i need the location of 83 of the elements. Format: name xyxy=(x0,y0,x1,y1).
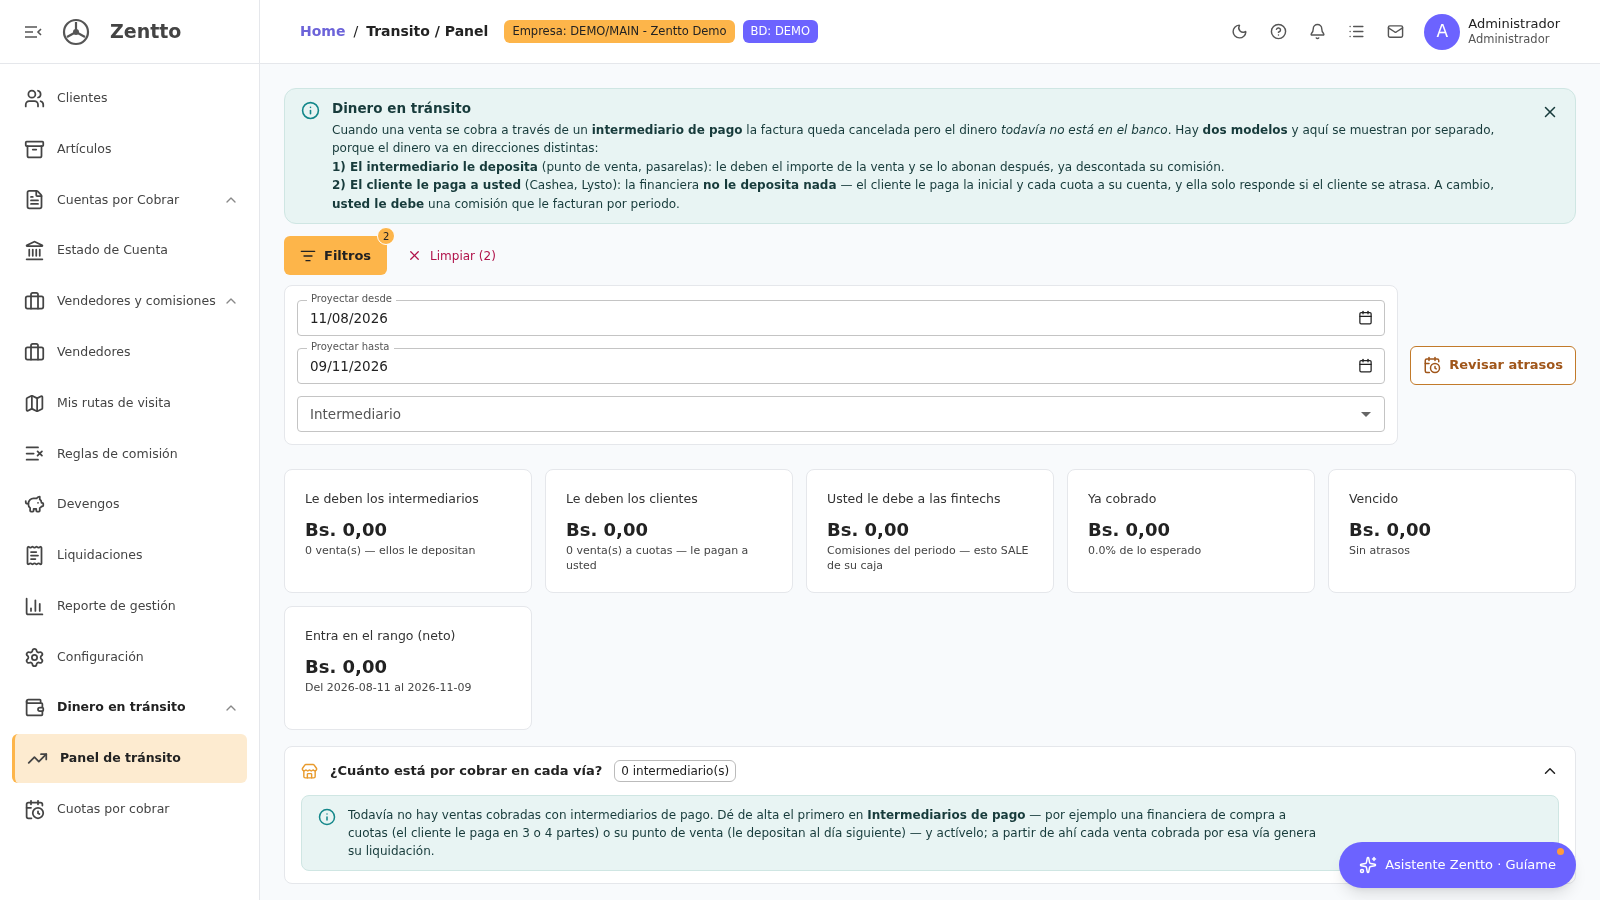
breadcrumb-current: Transito / Panel xyxy=(366,22,489,41)
notice-paragraph: 2) El cliente le paga a usted (Cashea, Lysto): la financiera no le deposita nada — el cliente le paga la inicial y cada cuota a su cuenta, y ella solo responde si el cliente se atrasa. A cambio, usted le debe una comisión que le facturan por periodo. xyxy=(332,177,1495,213)
card-note: 0 venta(s) a cuotas — le pagan a usted xyxy=(566,542,750,573)
people-icon xyxy=(24,87,45,109)
breadcrumb-separator: / xyxy=(353,22,359,41)
count-badge: 0 intermediario(s) xyxy=(614,760,737,782)
sidebar-item[interactable]: Liquidaciones xyxy=(12,530,247,580)
sidebar-item[interactable]: Vendedores xyxy=(12,327,247,377)
bell-icon[interactable] xyxy=(1309,23,1327,40)
sidebar-item[interactable]: Devengos xyxy=(12,480,247,530)
sidebar-item[interactable]: Configuración xyxy=(12,632,247,682)
notice-paragraph: 1) El intermediario le deposita (punto de venta, pasarelas): le deben el importe de la venta y se lo abonan después, ya descontada su comisión. xyxy=(332,158,1226,176)
field-label: Proyectar hasta xyxy=(307,340,394,354)
sidebar-item[interactable]: Panel de tránsito xyxy=(12,734,247,784)
select-field[interactable]: Intermediario xyxy=(297,396,1386,432)
sidebar-item[interactable]: Cuentas por Cobrar xyxy=(12,175,247,225)
clear-button[interactable]: Limpiar (2) xyxy=(399,246,504,265)
bank-icon xyxy=(24,240,45,262)
card-note: 0 venta(s) — ellos le depositan xyxy=(305,542,477,558)
archive-box-icon xyxy=(24,138,45,160)
sparkles-icon xyxy=(1359,856,1378,874)
notice-title: Dinero en tránsito xyxy=(332,99,472,118)
card-label: Le deben los clientes xyxy=(566,490,699,508)
help-icon[interactable] xyxy=(1270,23,1288,40)
map-icon xyxy=(24,392,45,414)
sidebar-item[interactable]: Estado de Cuenta xyxy=(12,226,247,276)
card-label: Ya cobrado xyxy=(1088,490,1158,508)
card-note: 0.0% de lo esperado xyxy=(1088,542,1203,558)
card-label: Entra en el rango (neto) xyxy=(305,627,457,645)
assistant-button[interactable]: Asistente Zentto · Guíame xyxy=(1339,842,1576,888)
info-icon xyxy=(301,101,320,120)
sidebar-item[interactable]: Cuotas por cobrar xyxy=(12,784,247,834)
store-icon xyxy=(301,762,318,780)
wallet-icon xyxy=(24,697,45,719)
card-note: Comisiones del periodo — esto SALE de su caja xyxy=(827,542,1030,573)
card-amount: Bs. 0,00 xyxy=(566,517,649,542)
sidebar-item[interactable]: Artículos xyxy=(12,124,247,174)
calendar-icon xyxy=(1358,310,1374,325)
caret-icon xyxy=(1361,412,1372,417)
message-text: Todavía no hay ventas cobradas con intermediarios de pago. Dé de alta el primero en Intermediarios de pago — por ejemplo una financiera de compra a cuotas (el cliente le paga en 3 o 4 partes) o su punto de venta (le depositan al día siguiente) — y actívelo; a partir de ahí cada venta cobrada por esa vía genera su liquidación. xyxy=(348,807,1318,860)
moon-icon[interactable] xyxy=(1231,23,1249,40)
card-label: Vencido xyxy=(1349,490,1400,508)
logo-icon xyxy=(62,17,90,46)
card-amount: Bs. 0,00 xyxy=(305,517,388,542)
card-note: Del 2026-08-11 al 2026-11-09 xyxy=(305,679,473,695)
user-avatar[interactable]: A xyxy=(1424,13,1461,50)
calendar-icon xyxy=(24,798,45,820)
calendar-icon xyxy=(1358,358,1374,373)
user-name: Administrador xyxy=(1468,16,1560,33)
review-button[interactable]: Revisar atrasos xyxy=(1410,345,1576,385)
breadcrumb-link[interactable]: Home xyxy=(300,21,346,42)
sidebar-item[interactable]: Vendedores y comisiones xyxy=(12,277,247,326)
card-amount: Bs. 0,00 xyxy=(1088,517,1171,542)
briefcase-icon xyxy=(24,291,45,312)
sidebar-item[interactable]: Reporte de gestión xyxy=(12,581,247,631)
card-amount: Bs. 0,00 xyxy=(1349,517,1432,542)
card-amount: Bs. 0,00 xyxy=(305,654,388,679)
bar-chart-icon xyxy=(24,595,45,617)
sidebar-item[interactable]: Reglas de comisión xyxy=(12,429,247,479)
calendar-clock-icon xyxy=(1423,356,1442,374)
card-amount: Bs. 0,00 xyxy=(827,517,910,542)
field-label: Proyectar desde xyxy=(307,292,396,306)
sidebar-item[interactable]: Mis rutas de visita xyxy=(12,378,247,428)
sidebar-item[interactable]: Clientes xyxy=(12,73,247,123)
list-icon[interactable] xyxy=(1348,23,1366,40)
app-name: Zentto xyxy=(110,19,182,45)
card-label: Usted le debe a las fintechs xyxy=(827,490,1002,508)
card-label: Le deben los intermediarios xyxy=(305,490,480,508)
section-title: ¿Cuánto está por cobrar en cada vía? xyxy=(330,762,603,781)
mail-icon[interactable] xyxy=(1387,23,1405,40)
context-badge: BD: DEMO xyxy=(742,19,818,44)
context-badge: Empresa: DEMO/MAIN - Zentto Demo xyxy=(504,19,735,44)
card-note: Sin atrasos xyxy=(1349,542,1411,558)
info-icon xyxy=(318,808,336,826)
document-icon xyxy=(24,189,45,211)
menu-collapse-icon[interactable] xyxy=(24,24,42,39)
settings-icon xyxy=(24,646,45,668)
notice-paragraph: Cuando una venta se cobra a través de un intermediario de pago la factura queda cancelada pero el dinero todavía no está en el banco. Hay dos modelos y aquí se muestran por separado, porque el dinero va en direcciones distintas: xyxy=(332,121,1496,157)
receipt-icon xyxy=(24,544,45,566)
sidebar-item[interactable]: Dinero en tránsito xyxy=(12,683,247,733)
briefcase-icon xyxy=(24,341,45,363)
user-role: Administrador xyxy=(1468,32,1551,47)
count-badge: 2 xyxy=(377,227,396,245)
